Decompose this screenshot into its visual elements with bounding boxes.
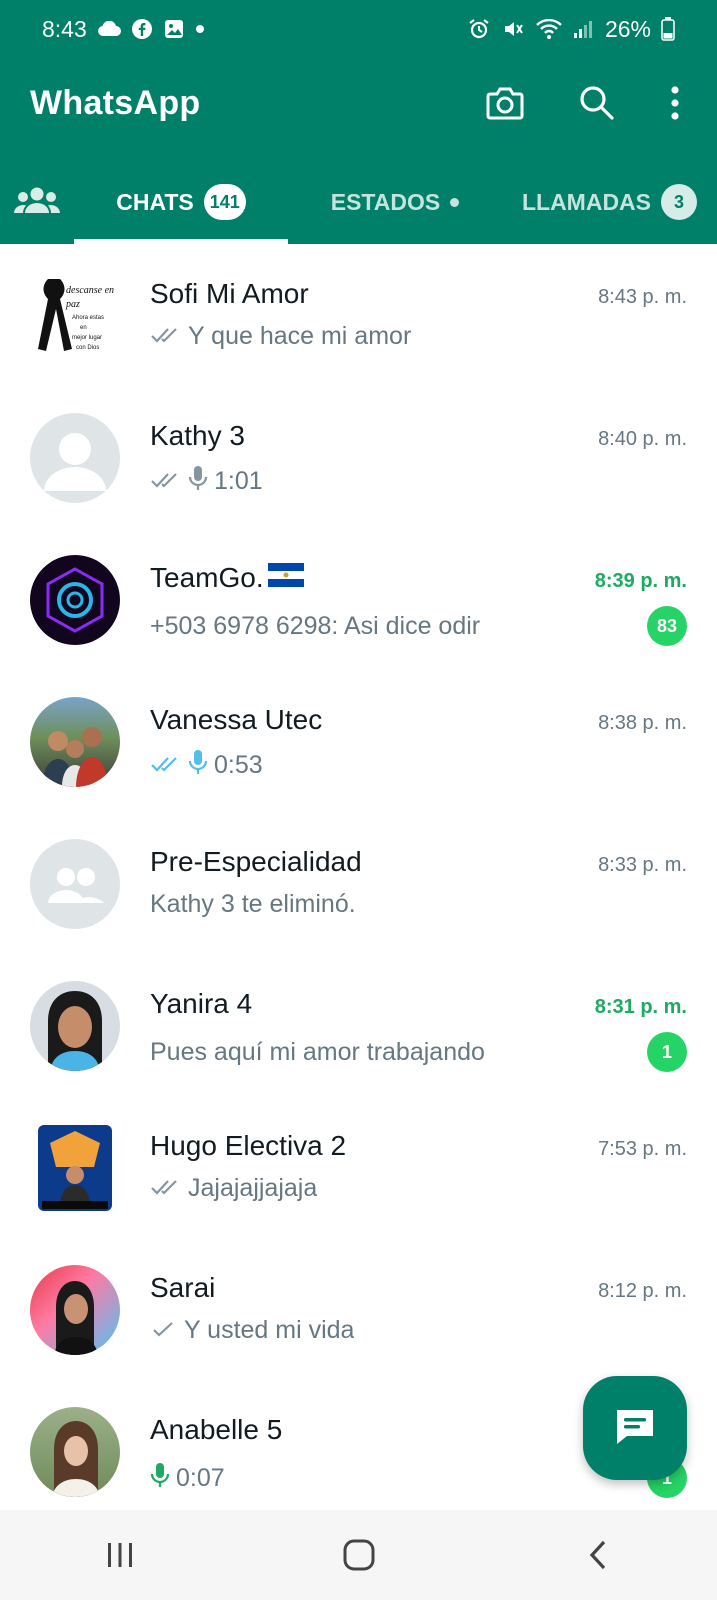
search-icon[interactable] (571, 77, 623, 129)
chat-name: Anabelle 5 (150, 1414, 283, 1445)
double-check-icon (150, 467, 182, 496)
svg-text:mejor lugar: mejor lugar (72, 335, 102, 341)
avatar (30, 981, 120, 1071)
svg-text:descanse en: descanse en (66, 285, 114, 296)
svg-text:con Dios: con Dios (76, 345, 99, 351)
facebook-icon (131, 18, 153, 40)
avatar (30, 1407, 120, 1497)
chat-time: 8:31 p. m. (594, 996, 687, 1018)
chat-time: 8:40 p. m. (598, 428, 687, 450)
chat-time: 8:38 p. m. (598, 712, 687, 734)
app-header: 8:43 26% WhatsApp CHATS 141 ESTADOS LLAM… (0, 0, 717, 244)
community-icon (14, 185, 60, 220)
chat-name: Sarai (150, 1272, 216, 1303)
chat-name: Vanessa Utec (150, 704, 323, 735)
status-bar: 8:43 26% (0, 0, 717, 58)
chat-row[interactable]: descanse en paz Ahora estas en mejor lug… (0, 244, 717, 386)
tab-chats-label: CHATS (116, 188, 194, 215)
chat-preview: Pues aquí mi amor trabajando (150, 1037, 485, 1066)
avatar (30, 413, 120, 503)
mic-icon (188, 748, 208, 783)
avatar (30, 555, 120, 645)
chat-time: 8:43 p. m. (598, 286, 687, 308)
double-check-icon (150, 1174, 182, 1203)
system-nav-bar (0, 1510, 717, 1600)
chat-name: Sofi Mi Amor (150, 278, 309, 309)
svg-text:en: en (80, 325, 87, 331)
new-status-dot (450, 197, 460, 207)
chat-time: 8:39 p. m. (594, 570, 687, 592)
double-check-icon (150, 322, 182, 351)
svg-text:paz: paz (65, 299, 80, 310)
tab-chats-badge: 141 (203, 184, 246, 220)
single-check-icon (150, 1316, 178, 1345)
status-time: 8:43 (42, 15, 87, 42)
chat-row[interactable]: TeamGo. 8:39 p. m. +503 6978 6298: Asi d… (0, 528, 717, 670)
el-salvador-flag-icon (267, 562, 304, 594)
tab-estados-label: ESTADOS (330, 188, 441, 215)
avatar (30, 1123, 120, 1213)
chat-row[interactable]: Sarai 8:12 p. m. Y usted mi vida (0, 1238, 717, 1380)
back-icon[interactable] (558, 1520, 638, 1590)
svg-text:Ahora estas: Ahora estas (72, 315, 104, 321)
mic-icon (150, 1461, 170, 1496)
chat-time: 8:33 p. m. (598, 854, 687, 876)
mic-icon (188, 464, 208, 499)
gallery-icon (163, 18, 185, 40)
chat-name: Pre-Especialidad (150, 846, 362, 877)
cloud-icon (97, 21, 121, 37)
more-vert-icon[interactable] (663, 77, 687, 129)
unread-badge: 1 (647, 1032, 687, 1072)
battery-percent: 26% (604, 15, 651, 42)
chat-name: Yanira 4 (150, 988, 253, 1019)
home-icon[interactable] (319, 1520, 399, 1590)
avatar (30, 697, 120, 787)
tab-chats[interactable]: CHATS 141 (74, 160, 288, 244)
unread-badge: 83 (647, 606, 687, 646)
chat-preview: Y que hace mi amor (188, 322, 412, 350)
new-chat-icon (613, 1406, 657, 1451)
dot-icon (195, 24, 205, 34)
chat-row[interactable]: Pre-Especialidad 8:33 p. m. Kathy 3 te e… (0, 812, 717, 954)
chat-name: TeamGo. (150, 562, 264, 593)
chat-preview: +503 6978 6298: Asi dice odir (150, 611, 481, 640)
chat-name: Kathy 3 (150, 420, 245, 451)
avatar (30, 839, 120, 929)
chat-preview: 0:07 (176, 1463, 225, 1492)
avatar (30, 1265, 120, 1355)
battery-icon (661, 17, 675, 41)
tab-community[interactable] (0, 160, 74, 244)
chat-preview: Y usted mi vida (184, 1316, 355, 1344)
app-title: WhatsApp (30, 83, 201, 122)
chat-row[interactable]: Yanira 4 8:31 p. m. Pues aquí mi amor tr… (0, 954, 717, 1096)
chat-preview: 1:01 (214, 467, 263, 495)
chat-row[interactable]: Kathy 3 8:40 p. m. 1:01 (0, 386, 717, 528)
mute-icon (501, 17, 525, 41)
app-bar: WhatsApp (0, 68, 717, 138)
chat-name: Hugo Electiva 2 (150, 1130, 347, 1161)
tab-llamadas-label: LLAMADAS (521, 188, 652, 215)
tab-llamadas-badge: 3 (661, 184, 698, 220)
double-check-blue-icon (150, 751, 182, 780)
tab-llamadas[interactable]: LLAMADAS 3 (502, 160, 717, 244)
recent-apps-icon[interactable] (80, 1520, 160, 1590)
chat-preview: Jajajajjajaja (188, 1174, 318, 1202)
chat-time: 8:12 p. m. (598, 1280, 687, 1302)
chat-preview: Kathy 3 te eliminó. (150, 890, 356, 918)
tab-estados[interactable]: ESTADOS (288, 160, 502, 244)
new-chat-button[interactable] (583, 1376, 687, 1480)
camera-icon[interactable] (479, 77, 531, 129)
avatar: descanse en paz Ahora estas en mejor lug… (30, 271, 120, 361)
chat-preview: 0:53 (214, 751, 263, 779)
signal-icon (573, 19, 595, 39)
chat-time: 7:53 p. m. (598, 1138, 687, 1160)
wifi-icon (535, 18, 563, 40)
chat-row[interactable]: Hugo Electiva 2 7:53 p. m. Jajajajjajaja (0, 1096, 717, 1238)
chat-list: descanse en paz Ahora estas en mejor lug… (0, 244, 717, 1522)
tab-bar: CHATS 141 ESTADOS LLAMADAS 3 (0, 160, 717, 244)
alarm-icon (467, 17, 491, 41)
chat-row[interactable]: Vanessa Utec 8:38 p. m. 0:53 (0, 670, 717, 812)
